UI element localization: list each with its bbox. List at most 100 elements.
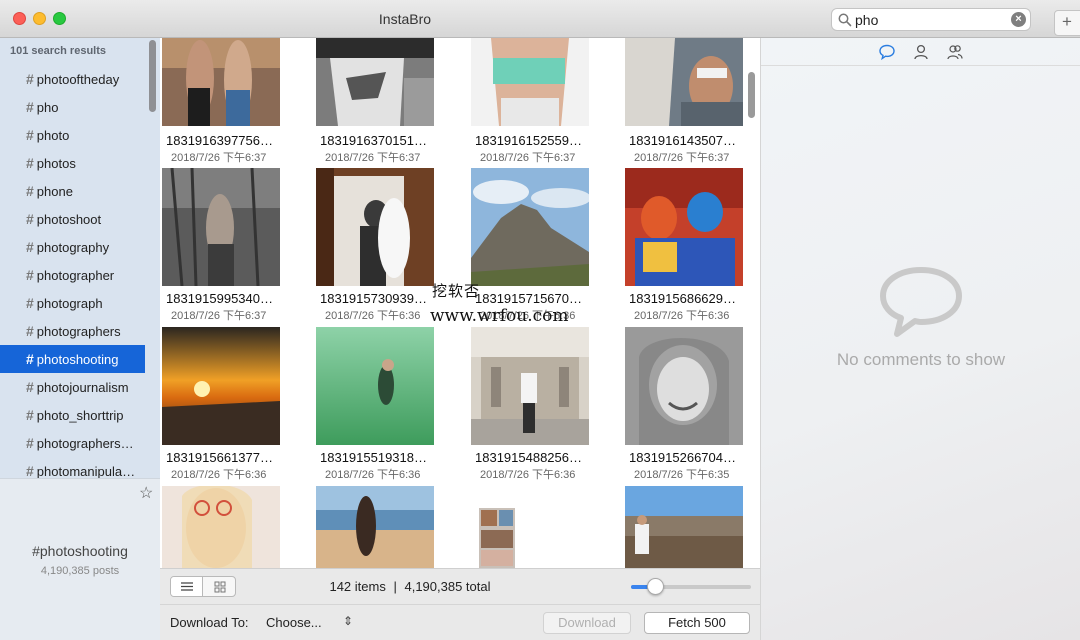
post-id: 1831915730939… (320, 291, 427, 306)
post-id: 1831916152559… (475, 133, 582, 148)
grid-cell[interactable]: 1831915715670… 2018/7/26 下午6:36 (469, 168, 619, 324)
items-separator: | (393, 579, 397, 594)
sidebar-item-photooftheday[interactable]: # photooftheday (0, 65, 145, 93)
sidebar-item-photojournalism[interactable]: # photojournalism (0, 373, 145, 401)
post-thumbnail[interactable] (162, 38, 280, 126)
fetch-500-button[interactable]: Fetch 500 (644, 612, 750, 634)
items-total: 4,190,385 total (404, 579, 491, 594)
post-thumbnail[interactable] (316, 486, 434, 568)
status-bar: 142 items | 4,190,385 total (160, 568, 760, 604)
sidebar-item-label: photos (36, 156, 76, 171)
post-thumbnail[interactable] (471, 486, 589, 568)
hashtag-icon: # (26, 211, 34, 227)
grid-cell[interactable]: 1831915686629… 2018/7/26 下午6:36 (623, 168, 760, 324)
post-thumbnail[interactable] (625, 486, 743, 568)
hashtag-icon: # (26, 183, 34, 199)
favorite-star-icon[interactable]: ☆ (139, 483, 153, 503)
post-date: 2018/7/26 下午6:37 (171, 310, 267, 322)
grid-cell[interactable] (469, 486, 619, 568)
watermark-url: www.wrfou.com (430, 306, 569, 326)
post-thumbnail[interactable] (471, 327, 589, 445)
sidebar: 101 search results # photooftheday # pho #… (0, 38, 160, 640)
post-date: 2018/7/26 下午6:36 (325, 310, 421, 322)
post-date: 2018/7/26 下午6:37 (480, 152, 576, 164)
sidebar-item-phone[interactable]: # phone (0, 177, 145, 205)
sidebar-item-photo-shorttrip[interactable]: # photo_shorttrip (0, 401, 145, 429)
sidebar-item-label: phone (36, 184, 73, 199)
post-thumbnail[interactable] (316, 38, 434, 126)
grid-cell[interactable]: 1831916143507… 2018/7/26 下午6:37 (623, 38, 760, 165)
sidebar-item-photographers[interactable]: # photographers (0, 317, 145, 345)
comments-tab-icon[interactable] (878, 43, 896, 61)
sidebar-item-photograph[interactable]: # photograph (0, 289, 145, 317)
thumbnail-size-slider[interactable] (631, 578, 751, 595)
user-tab-icon[interactable] (912, 43, 930, 61)
grid-scrollbar-thumb[interactable] (748, 72, 755, 118)
post-id: 1831915715670… (475, 291, 582, 306)
hashtag-icon: # (26, 267, 34, 283)
sidebar-item-label: photomanipula… (36, 464, 136, 479)
post-date: 2018/7/26 下午6:36 (325, 469, 421, 481)
post-thumbnail[interactable] (316, 168, 434, 286)
hashtag-icon: # (26, 407, 34, 423)
hashtag-icon: # (26, 463, 34, 479)
comments-panel: No comments to show (760, 38, 1080, 640)
grid-cell[interactable] (314, 486, 464, 568)
download-bar: Download To: Choose... ⇕ Download Fetch … (160, 604, 760, 640)
speech-bubble-icon (880, 267, 962, 337)
grid-cell[interactable]: 1831915266704… 2018/7/26 下午6:35 (623, 327, 760, 483)
sidebar-scrollbar-thumb[interactable] (149, 40, 156, 112)
no-comments-message: No comments to show (836, 350, 1006, 369)
search-box[interactable]: × (831, 8, 1031, 31)
grid-cell[interactable]: 1831915995340… 2018/7/26 下午6:37 (160, 168, 310, 324)
clear-search-icon[interactable]: × (1011, 12, 1026, 27)
post-thumbnail[interactable] (625, 327, 743, 445)
sidebar-item-photography[interactable]: # photography (0, 233, 145, 261)
grid-cell[interactable]: 1831916397756… 2018/7/26 下午6:37 (160, 38, 310, 165)
sidebar-item-photoshoot[interactable]: # photoshoot (0, 205, 145, 233)
items-summary: 142 items | 4,190,385 total (160, 579, 660, 594)
post-thumbnail[interactable] (471, 38, 589, 126)
sidebar-item-label: photoshooting (36, 352, 119, 367)
grid-cell[interactable]: 1831915488256… 2018/7/26 下午6:36 (469, 327, 619, 483)
post-thumbnail[interactable] (162, 486, 280, 568)
users-tab-icon[interactable] (946, 43, 964, 61)
sidebar-item-photo[interactable]: # photo (0, 121, 145, 149)
grid-cell[interactable]: 1831916370151… 2018/7/26 下午6:37 (314, 38, 464, 165)
grid-cell[interactable]: 1831915519318… 2018/7/26 下午6:36 (314, 327, 464, 483)
search-input[interactable] (855, 11, 1005, 28)
sidebar-item-photoshooting[interactable]: # photoshooting (0, 345, 145, 373)
sidebar-item-label: photoshoot (36, 212, 102, 227)
post-thumbnail[interactable] (625, 38, 743, 126)
sidebar-item-photos[interactable]: # photos (0, 149, 145, 177)
media-grid: 1831916397756… 2018/7/26 下午6:37 18319163… (160, 38, 760, 568)
sidebar-item-label: pho (36, 100, 59, 115)
sidebar-item-photographers-2[interactable]: # photographers… (0, 429, 145, 457)
post-thumbnail[interactable] (471, 168, 589, 286)
hashtag-icon: # (26, 379, 34, 395)
post-date: 2018/7/26 下午6:36 (171, 469, 267, 481)
select-arrows-icon[interactable]: ⇕ (343, 614, 353, 628)
download-to-label: Download To: (170, 615, 249, 630)
sidebar-item-photographer[interactable]: # photographer (0, 261, 145, 289)
hashtag-icon: # (26, 155, 34, 171)
hashtag-icon: # (26, 435, 34, 451)
post-thumbnail[interactable] (316, 327, 434, 445)
grid-cell[interactable]: 1831915661377… 2018/7/26 下午6:36 (160, 327, 310, 483)
post-date: 2018/7/26 下午6:37 (171, 152, 267, 164)
grid-cell[interactable] (623, 486, 760, 568)
post-thumbnail[interactable] (162, 168, 280, 286)
selected-tag-info: ☆ #photoshooting 4,190,385 posts (0, 478, 160, 640)
add-tab-button[interactable]: + (1054, 10, 1080, 36)
grid-scrollbar[interactable] (746, 44, 756, 564)
slider-knob[interactable] (647, 578, 664, 595)
grid-cell[interactable] (160, 486, 310, 568)
sidebar-item-pho[interactable]: # pho (0, 93, 145, 121)
download-button[interactable]: Download (543, 612, 631, 634)
sidebar-scrollbar[interactable] (148, 40, 157, 476)
download-folder-select[interactable]: Choose... (266, 615, 322, 630)
hashtag-icon: # (26, 295, 34, 311)
grid-cell[interactable]: 1831916152559… 2018/7/26 下午6:37 (469, 38, 619, 165)
post-thumbnail[interactable] (162, 327, 280, 445)
post-thumbnail[interactable] (625, 168, 743, 286)
